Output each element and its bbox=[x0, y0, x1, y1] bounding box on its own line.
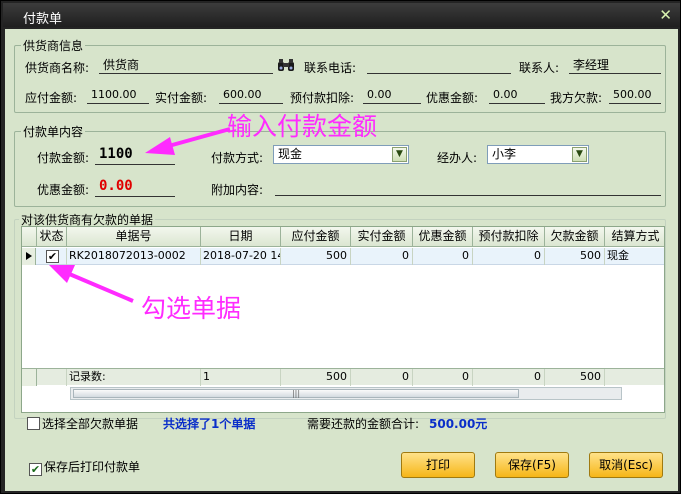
title-bar[interactable]: 付款单 ✕ bbox=[3, 3, 680, 27]
annotation-arrows bbox=[49, 127, 231, 303]
arrow-to-amount bbox=[145, 127, 231, 155]
arrow-to-checkbox bbox=[49, 265, 134, 303]
dialog-body: 供货商信息 供货商名称: 供货商 联系电话: 联系人: 李经理 应付金额: 11… bbox=[5, 29, 678, 491]
payment-dialog: 付款单 ✕ 供货商信息 供货商名称: 供货商 联系电话: 联系人: 李经理 应付… bbox=[0, 0, 681, 494]
close-icon[interactable]: ✕ bbox=[659, 6, 672, 24]
window-title: 付款单 bbox=[23, 12, 63, 27]
